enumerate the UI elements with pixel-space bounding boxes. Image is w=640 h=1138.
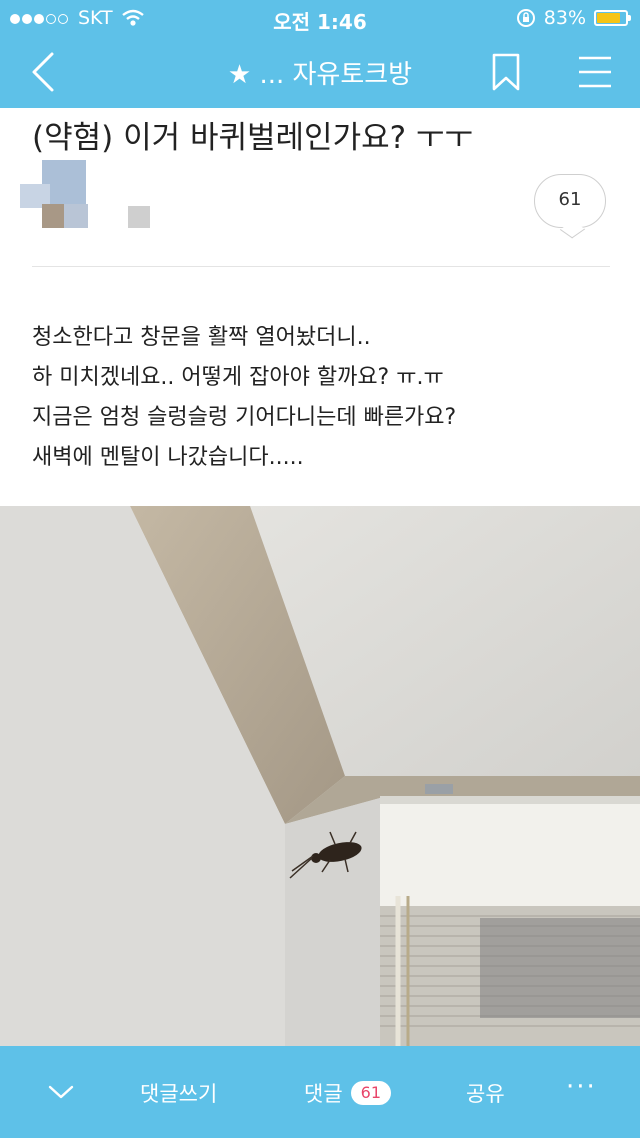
post-photo[interactable] [0,506,640,1046]
status-bar: SKT 오전 1:46 83% [0,0,640,36]
comment-count: 61 [558,189,582,210]
battery-percent: 83% [543,7,586,29]
status-right: 83% [516,7,631,29]
bottom-bar: 댓글쓰기 댓글 61 공유 ··· [0,1046,640,1138]
divider [32,266,610,267]
body-line: 새벽에 멘탈이 나갔습니다..... [32,445,304,470]
comments-button[interactable]: 댓글 61 [304,1078,391,1108]
body-line: 청소한다고 창문을 활짝 열어놨더니.. [32,325,371,350]
chevron-down-icon[interactable] [48,1084,74,1100]
room-photo-illustration [0,506,640,1046]
body-line: 지금은 엄청 슬렁슬렁 기어다니는데 빠른가요? [32,405,457,430]
share-button[interactable]: 공유 [466,1078,505,1108]
comments-label: 댓글 [304,1082,343,1106]
orientation-lock-icon [516,9,535,27]
comments-count-badge: 61 [350,1081,391,1105]
board-title[interactable]: ★ ... 자유토크방 [0,54,640,91]
post-body: 청소한다고 창문을 활짝 열어놨더니.. 하 미치겠네요.. 어떻게 잡아야 할… [32,318,622,478]
nav-bar: ★ ... 자유토크방 [0,36,640,108]
bubble-tail [559,220,586,239]
body-line: 하 미치겠네요.. 어떻게 잡아야 할까요? ㅠ.ㅠ [32,365,444,390]
battery-icon [594,10,631,26]
more-options-icon[interactable]: ··· [566,1072,597,1102]
write-comment-button[interactable]: 댓글쓰기 [140,1078,217,1108]
menu-icon[interactable] [578,54,612,90]
post-title: (약혐) 이거 바퀴벌레인가요? ㅜㅜ [32,120,473,156]
bookmark-icon[interactable] [490,52,522,92]
author-name-blurred[interactable] [128,206,150,228]
comment-count-bubble[interactable]: 61 [534,174,606,239]
avatar[interactable] [20,160,90,232]
